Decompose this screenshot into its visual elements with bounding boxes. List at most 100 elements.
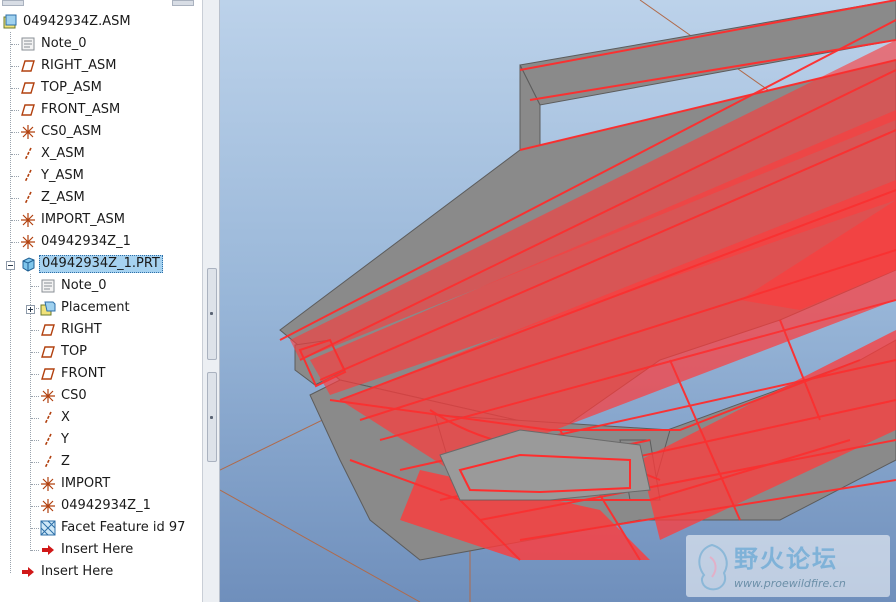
graphics-viewport[interactable]: 野火论坛 www.proewildfire.cn <box>220 0 896 602</box>
tree-item-04942934z-1[interactable]: 04942934Z_1 <box>40 496 153 516</box>
tree-top-toolbar <box>0 0 202 6</box>
tree-connector <box>31 396 39 397</box>
tree-root-assembly[interactable]: 04942934Z.ASM <box>2 12 133 32</box>
expand-placement-toggle[interactable] <box>26 305 35 314</box>
datum-plane-icon <box>20 80 36 96</box>
watermark-logo-icon <box>698 543 728 591</box>
insert-arrow-icon <box>20 564 36 580</box>
tree-item-label: Note_0 <box>41 36 87 51</box>
tree-item-label: RIGHT <box>61 322 102 337</box>
tree-root-label: 04942934Z.ASM <box>23 14 131 29</box>
tree-connector <box>31 418 39 419</box>
datum-axis-icon <box>40 454 56 470</box>
tree-item-facet-feature-id-97[interactable]: Facet Feature id 97 <box>40 518 187 538</box>
panel-splitter[interactable] <box>203 0 220 602</box>
insert-arrow-icon <box>40 542 56 558</box>
tree-connector <box>11 198 19 199</box>
tree-item-y[interactable]: Y <box>40 430 71 450</box>
tree-connector <box>30 274 31 551</box>
tree-item-label: TOP_ASM <box>41 80 102 95</box>
model-render <box>220 0 896 602</box>
tree-item-label: Z_ASM <box>41 190 85 205</box>
facet-feature-icon <box>40 520 56 536</box>
tree-item-label: X <box>61 410 70 425</box>
tree-connector <box>11 176 19 177</box>
tree-item-part[interactable]: 04942934Z_1.PRT <box>20 254 163 274</box>
tree-item-label: CS0 <box>61 388 87 403</box>
tree-connector <box>31 352 39 353</box>
tree-item-note-0[interactable]: Note_0 <box>40 276 109 296</box>
tree-item-label: Y <box>61 432 69 447</box>
tree-item-x[interactable]: X <box>40 408 72 428</box>
tree-item-front[interactable]: FRONT <box>40 364 107 384</box>
datum-plane-icon <box>20 58 36 74</box>
tree-connector <box>31 550 39 551</box>
forum-watermark: 野火论坛 www.proewildfire.cn <box>686 535 890 597</box>
tree-item-import-asm[interactable]: IMPORT_ASM <box>20 210 127 230</box>
tree-item-insert-here-asm[interactable]: Insert Here <box>20 562 115 582</box>
coordinate-system-icon <box>20 234 36 250</box>
tree-item-placement[interactable]: Placement <box>40 298 132 318</box>
tree-item-label: TOP <box>61 344 88 359</box>
tree-connector <box>11 220 19 221</box>
tree-item-label: CS0_ASM <box>41 124 102 139</box>
datum-axis-icon <box>20 146 36 162</box>
coordinate-system-icon <box>20 212 36 228</box>
note-icon <box>40 278 56 294</box>
tree-connector <box>31 286 39 287</box>
tree-item-z[interactable]: Z <box>40 452 72 472</box>
tree-item-z-asm[interactable]: Z_ASM <box>20 188 87 208</box>
tree-item-label: IMPORT <box>61 476 111 491</box>
tree-item-label: IMPORT_ASM <box>41 212 126 227</box>
coordinate-system-icon <box>40 498 56 514</box>
tree-connector <box>10 32 11 573</box>
tree-item-label: Z <box>61 454 70 469</box>
datum-axis-icon <box>20 168 36 184</box>
tree-connector <box>31 462 39 463</box>
tree-connector <box>11 132 19 133</box>
watermark-title: 野火论坛 <box>734 545 838 573</box>
datum-axis-icon <box>40 432 56 448</box>
tree-connector <box>11 154 19 155</box>
tree-item-04942934z-1[interactable]: 04942934Z_1 <box>20 232 133 252</box>
tree-item-insert-here[interactable]: Insert Here <box>40 540 135 560</box>
tree-item-label: 04942934Z_1 <box>61 498 151 513</box>
insert-here-label: Insert Here <box>41 564 114 579</box>
coordinate-system-icon <box>20 124 36 140</box>
tree-item-cs0[interactable]: CS0 <box>40 386 89 406</box>
datum-plane-icon <box>20 102 36 118</box>
tree-item-cs0-asm[interactable]: CS0_ASM <box>20 122 103 142</box>
part-icon <box>20 256 36 272</box>
tree-connector <box>11 110 19 111</box>
tree-item-right-asm[interactable]: RIGHT_ASM <box>20 56 119 76</box>
tree-item-front-asm[interactable]: FRONT_ASM <box>20 100 122 120</box>
collapse-part-toggle[interactable] <box>6 261 15 270</box>
tree-item-part-label: 04942934Z_1.PRT <box>39 255 163 273</box>
coordinate-system-icon <box>40 476 56 492</box>
tree-item-right[interactable]: RIGHT <box>40 320 104 340</box>
watermark-url: www.proewildfire.cn <box>734 577 846 590</box>
tree-connector <box>31 440 39 441</box>
datum-axis-icon <box>40 410 56 426</box>
datum-axis-icon <box>20 190 36 206</box>
tree-connector <box>11 66 19 67</box>
tree-connector <box>31 528 39 529</box>
tree-item-label: Placement <box>61 300 130 315</box>
tree-item-label: 04942934Z_1 <box>41 234 131 249</box>
tree-connector <box>31 374 39 375</box>
tree-item-x-asm[interactable]: X_ASM <box>20 144 87 164</box>
tree-item-import[interactable]: IMPORT <box>40 474 112 494</box>
tree-item-label: RIGHT_ASM <box>41 58 117 73</box>
tree-item-top[interactable]: TOP <box>40 342 89 362</box>
tree-item-label: FRONT_ASM <box>41 102 121 117</box>
tree-item-label: Note_0 <box>61 278 107 293</box>
tree-toolbar-handle[interactable] <box>2 0 24 6</box>
tree-item-top-asm[interactable]: TOP_ASM <box>20 78 104 98</box>
tree-item-label: Y_ASM <box>41 168 84 183</box>
tree-item-y-asm[interactable]: Y_ASM <box>20 166 86 186</box>
note-icon <box>20 36 36 52</box>
coordinate-system-icon <box>40 388 56 404</box>
datum-plane-icon <box>40 366 56 382</box>
tree-toolbar-handle[interactable] <box>172 0 194 6</box>
tree-item-note-0[interactable]: Note_0 <box>20 34 89 54</box>
